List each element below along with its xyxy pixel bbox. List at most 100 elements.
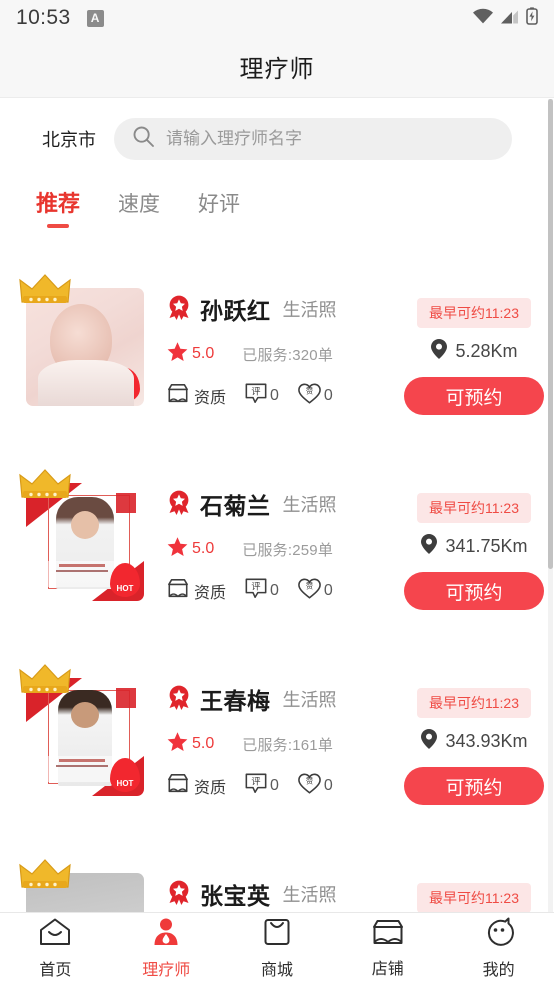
like-count: 0 xyxy=(323,582,333,599)
badge-mark xyxy=(116,688,136,708)
medal-icon xyxy=(166,489,192,520)
qualification-item[interactable]: 资质 xyxy=(166,578,226,605)
hot-badge-label: HOT xyxy=(116,779,134,788)
svg-text:赞: 赞 xyxy=(306,777,314,786)
heart-icon: 赞 xyxy=(297,382,322,410)
page-title: 理疗师 xyxy=(239,56,315,83)
status-bar-app-icon: A xyxy=(86,9,104,27)
therapist-actions: 最早可约11:23 341.75Km 可预约 xyxy=(394,471,554,610)
scrollbar[interactable] xyxy=(548,99,553,912)
like-item[interactable]: 赞 0 xyxy=(297,772,333,800)
avatar-wrap[interactable]: HOT xyxy=(19,274,144,406)
qualification-item[interactable]: 资质 xyxy=(166,383,226,410)
distance-value: 341.75Km xyxy=(445,536,528,556)
search-box[interactable] xyxy=(114,118,512,160)
sort-tabs: 推荐 速度 好评 xyxy=(0,174,554,232)
photo-tag[interactable]: 生活照 xyxy=(283,686,337,712)
photo-tag[interactable]: 生活照 xyxy=(283,491,337,517)
like-item[interactable]: 赞 0 xyxy=(297,382,333,410)
served-count: 已服务:161单 xyxy=(242,736,334,754)
therapist-info: 王春梅 生活照 5.0 已服务:161单 资质 评 0 赞 0 xyxy=(144,666,394,800)
therapist-info: 孙跃红 生活照 5.0 已服务:320单 资质 评 0 赞 0 xyxy=(144,276,394,410)
avatar-wrap[interactable]: HOT xyxy=(19,664,144,796)
rating-row: 5.0 已服务:259单 xyxy=(166,535,394,563)
name-row: 张宝英 生活照 xyxy=(166,877,394,911)
distance-row: 343.93Km xyxy=(420,728,528,755)
store-icon xyxy=(166,773,190,800)
city-selector[interactable]: 北京市 xyxy=(22,126,96,152)
qualification-label: 资质 xyxy=(194,390,227,407)
hot-badge: HOT xyxy=(110,368,140,402)
qualification-item[interactable]: 资质 xyxy=(166,773,226,800)
medal-icon xyxy=(166,294,192,325)
star-icon xyxy=(166,340,189,368)
therapist-name: 张宝英 xyxy=(200,883,271,909)
tab-recommend[interactable]: 推荐 xyxy=(36,186,80,232)
photo-tag[interactable]: 生活照 xyxy=(283,881,337,907)
nav-item-home[interactable]: 首页 xyxy=(0,913,111,984)
nav-item-therapist[interactable]: 理疗师 xyxy=(111,913,222,984)
location-pin-icon xyxy=(420,533,438,560)
tab-speed[interactable]: 速度 xyxy=(118,188,160,232)
therapist-card[interactable]: 张宝英 生活照 最早可约11:23 xyxy=(0,847,554,912)
tab-rating[interactable]: 好评 xyxy=(198,188,240,232)
hot-badge-label: HOT xyxy=(116,389,134,398)
review-count: 0 xyxy=(270,387,279,404)
therapist-list[interactable]: HOT 孙跃红 生活照 5.0 已服务:320单 资质 评 0 赞 0 最早可约… xyxy=(0,262,554,912)
badge-mark xyxy=(116,493,136,513)
soonest-badge: 最早可约11:23 xyxy=(417,493,531,523)
therapist-info: 石菊兰 生活照 5.0 已服务:259单 资质 评 0 赞 0 xyxy=(144,471,394,605)
search-icon xyxy=(132,125,155,153)
rating-row: 5.0 已服务:320单 xyxy=(166,340,394,368)
photo-caption xyxy=(48,561,116,587)
book-button[interactable]: 可预约 xyxy=(404,377,544,415)
therapist-name: 石菊兰 xyxy=(200,493,271,519)
photo-tag[interactable]: 生活照 xyxy=(283,296,337,322)
meta-row: 资质 评 0 赞 0 xyxy=(166,382,394,410)
review-item[interactable]: 评 0 xyxy=(244,772,279,800)
served-count: 已服务:320单 xyxy=(242,346,334,364)
nav-label-mall: 商城 xyxy=(260,962,293,979)
avatar-wrap[interactable] xyxy=(19,859,144,912)
store-icon xyxy=(371,918,405,951)
therapist-name: 王春梅 xyxy=(200,688,271,714)
avatar-wrap[interactable]: HOT xyxy=(19,469,144,601)
hot-badge: HOT xyxy=(110,758,140,792)
medal-icon xyxy=(166,879,192,910)
scrollbar-thumb[interactable] xyxy=(548,99,553,569)
therapist-actions: 最早可约11:23 xyxy=(394,861,554,912)
heart-icon: 赞 xyxy=(297,772,322,800)
therapist-card[interactable]: HOT 石菊兰 生活照 5.0 已服务:259单 资质 评 0 赞 0 最早可约… xyxy=(0,457,554,652)
face-icon xyxy=(484,917,514,952)
book-button[interactable]: 可预约 xyxy=(404,572,544,610)
nav-label-store: 店铺 xyxy=(371,961,404,978)
svg-text:评: 评 xyxy=(251,387,260,398)
nav-item-mine[interactable]: 我的 xyxy=(443,913,554,984)
crown-icon xyxy=(18,467,72,501)
qualification-label: 资质 xyxy=(194,585,227,602)
review-item[interactable]: 评 0 xyxy=(244,577,279,605)
therapist-actions: 最早可约11:23 5.28Km 可预约 xyxy=(394,276,554,415)
review-item[interactable]: 评 0 xyxy=(244,382,279,410)
svg-text:评: 评 xyxy=(251,582,260,593)
therapist-card[interactable]: HOT 王春梅 生活照 5.0 已服务:161单 资质 评 0 赞 0 最早可约… xyxy=(0,652,554,847)
nav-item-store[interactable]: 店铺 xyxy=(332,913,443,984)
page-header: 理疗师 xyxy=(0,36,554,98)
meta-row: 资质 评 0 赞 0 xyxy=(166,577,394,605)
distance-value: 5.28Km xyxy=(455,341,518,361)
like-count: 0 xyxy=(323,777,333,794)
therapist-card[interactable]: HOT 孙跃红 生活照 5.0 已服务:320单 资质 评 0 赞 0 最早可约… xyxy=(0,262,554,457)
medal-icon xyxy=(166,684,192,715)
therapist-info: 张宝英 生活照 xyxy=(144,861,394,911)
search-input[interactable] xyxy=(166,129,494,149)
like-item[interactable]: 赞 0 xyxy=(297,577,333,605)
battery-charging-icon xyxy=(526,6,538,30)
therapist-actions: 最早可约11:23 343.93Km 可预约 xyxy=(394,666,554,805)
store-icon xyxy=(166,578,190,605)
search-row: 北京市 xyxy=(0,98,554,174)
book-button[interactable]: 可预约 xyxy=(404,767,544,805)
soonest-badge: 最早可约11:23 xyxy=(417,883,531,912)
rating-row: 5.0 已服务:161单 xyxy=(166,730,394,758)
nav-item-mall[interactable]: 商城 xyxy=(222,913,333,984)
like-count: 0 xyxy=(323,387,333,404)
